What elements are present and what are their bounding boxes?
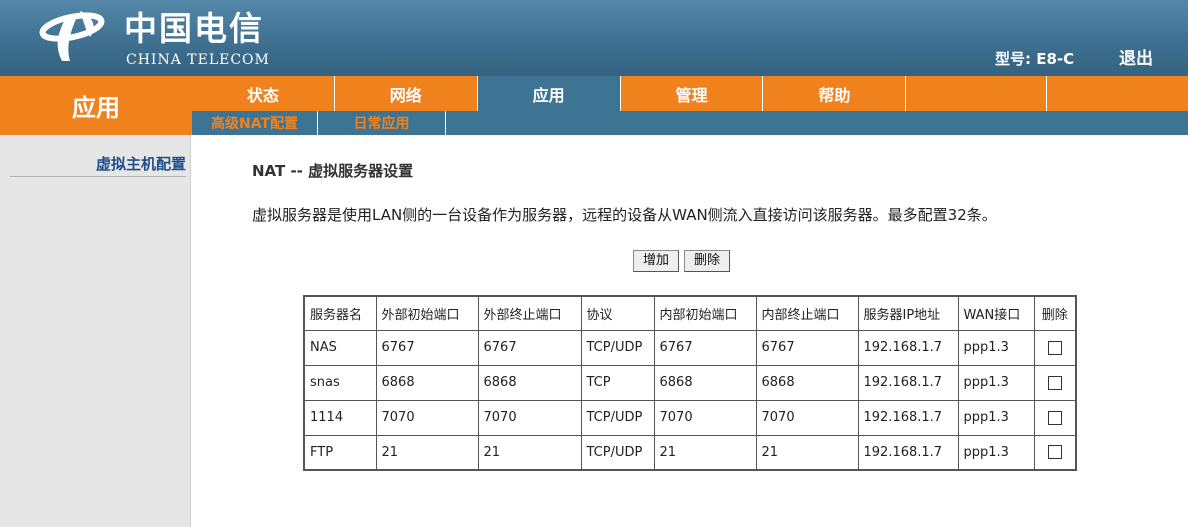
cell-ext-start-port: 7070 [375,399,479,436]
cell-server-name: 1114 [303,399,377,436]
cell-protocol: TCP/UDP [580,399,655,436]
cell-int-start-port: 6767 [653,329,757,366]
china-telecom-logo: 中国电信 CHINA TELECOM [36,5,286,71]
section-title: 应用 [0,76,192,135]
top-header: 中国电信 CHINA TELECOM 型号: E8-C 退出 [0,0,1188,76]
cell-int-start-port: 6868 [653,364,757,401]
column-header: 服务器IP地址 [857,295,959,331]
cell-int-end-port: 6767 [755,329,859,366]
device-model: 型号: E8-C [995,50,1075,68]
cell-int-end-port: 7070 [755,399,859,436]
subtab-daily-apps[interactable]: 日常应用 [318,111,446,135]
table-header-row: 服务器名 外部初始端口 外部终止端口 协议 内部初始端口 内部终止端口 服务器I… [303,295,1077,331]
page-title: NAT -- 虚拟服务器设置 [252,162,414,180]
delete-checkbox[interactable] [1047,375,1062,390]
column-header: 服务器名 [303,295,377,331]
cell-server-ip: 192.168.1.7 [857,364,959,401]
tab-network[interactable]: 网络 [335,76,478,111]
cell-wan-interface: ppp1.3 [957,434,1035,471]
table-row: FTP 21 21 TCP/UDP 21 21 192.168.1.7 ppp1… [303,434,1077,471]
cell-server-ip: 192.168.1.7 [857,399,959,436]
tab-help[interactable]: 帮助 [763,76,907,111]
main-nav: 状态 网络 应用 管理 帮助 [192,76,1188,111]
column-header: 删除 [1033,295,1077,331]
tab-application[interactable]: 应用 [477,76,621,111]
cell-int-end-port: 21 [755,434,859,471]
cell-delete [1033,434,1077,471]
cell-ext-end-port: 6868 [477,364,582,401]
page-description: 虚拟服务器是使用LAN侧的一台设备作为服务器，远程的设备从WAN侧流入直接访问该… [252,206,997,224]
subtab-advanced-nat[interactable]: 高级NAT配置 [192,111,318,135]
column-header: 内部终止端口 [755,295,859,331]
cell-delete [1033,329,1077,366]
cell-server-ip: 192.168.1.7 [857,329,959,366]
cell-int-end-port: 6868 [755,364,859,401]
logout-link[interactable]: 退出 [1119,48,1153,70]
tab-management[interactable]: 管理 [621,76,764,111]
logo-english-text: CHINA TELECOM [126,52,270,68]
cell-ext-start-port: 21 [375,434,479,471]
delete-button[interactable]: 删除 [684,250,731,272]
left-sidebar: 虚拟主机配置 [0,135,191,527]
cell-int-start-port: 21 [653,434,757,471]
tab-status[interactable]: 状态 [192,76,335,111]
cell-server-name: FTP [303,434,377,471]
column-header: 协议 [580,295,655,331]
cell-protocol: TCP/UDP [580,329,655,366]
cell-protocol: TCP/UDP [580,434,655,471]
action-buttons: 增加 删除 [633,250,731,272]
cell-wan-interface: ppp1.3 [957,399,1035,436]
delete-checkbox[interactable] [1047,340,1062,355]
cell-ext-start-port: 6868 [375,364,479,401]
cell-protocol: TCP [580,364,655,401]
table-row: 1114 7070 7070 TCP/UDP 7070 7070 192.168… [303,399,1077,436]
table-row: NAS 6767 6767 TCP/UDP 6767 6767 192.168.… [303,329,1077,366]
cell-delete [1033,364,1077,401]
column-header: 外部终止端口 [477,295,582,331]
add-button[interactable]: 增加 [633,250,680,272]
virtual-server-table: 服务器名 外部初始端口 外部终止端口 协议 内部初始端口 内部终止端口 服务器I… [303,295,1077,471]
column-header: WAN接口 [957,295,1035,331]
delete-checkbox[interactable] [1047,410,1062,425]
cell-wan-interface: ppp1.3 [957,364,1035,401]
logo-chinese-text: 中国电信 [124,9,264,48]
cell-ext-end-port: 6767 [477,329,582,366]
sidebar-item-virtual-host[interactable]: 虚拟主机配置 [10,153,186,177]
cell-int-start-port: 7070 [653,399,757,436]
cell-wan-interface: ppp1.3 [957,329,1035,366]
cell-server-name: NAS [303,329,377,366]
cell-ext-end-port: 7070 [477,399,582,436]
cell-server-name: snas [303,364,377,401]
column-header: 内部初始端口 [653,295,757,331]
column-header: 外部初始端口 [375,295,479,331]
table-row: snas 6868 6868 TCP 6868 6868 192.168.1.7… [303,364,1077,401]
cell-server-ip: 192.168.1.7 [857,434,959,471]
nav-spacer [906,76,1048,111]
cell-ext-end-port: 21 [477,434,582,471]
cell-ext-start-port: 6767 [375,329,479,366]
sub-nav: 高级NAT配置 日常应用 [192,111,1188,135]
delete-checkbox[interactable] [1047,445,1062,460]
cell-delete [1033,399,1077,436]
china-telecom-logo-icon [39,11,105,61]
